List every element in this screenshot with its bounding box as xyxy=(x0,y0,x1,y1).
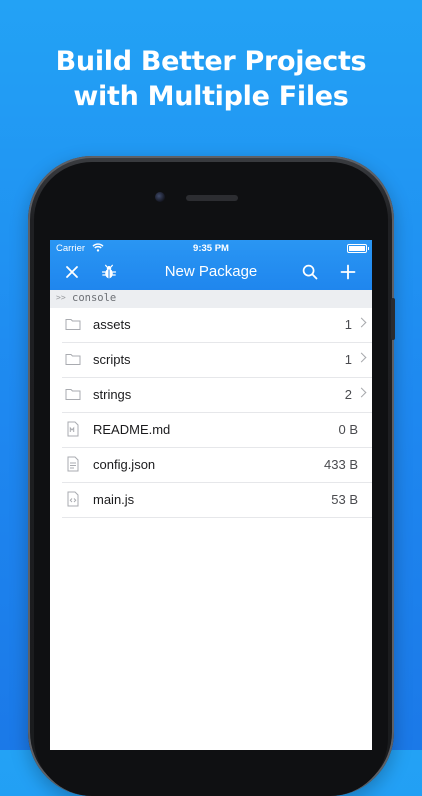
status-time: 9:35 PM xyxy=(193,243,229,254)
file-name: config.json xyxy=(93,457,156,472)
file-row-readme[interactable]: README.md 0 B xyxy=(62,413,372,448)
item-count: 1 xyxy=(344,317,352,332)
file-size: 433 B xyxy=(324,457,358,472)
file-size: 0 B xyxy=(338,422,358,437)
console-prompt: >> xyxy=(56,293,66,302)
console-bar[interactable]: >> console xyxy=(50,290,372,308)
console-label: console xyxy=(72,292,117,304)
markdown-file-icon xyxy=(67,421,79,437)
folder-row-assets[interactable]: assets 1 xyxy=(62,308,372,343)
text-file-icon xyxy=(67,456,79,472)
file-row-config[interactable]: config.json 433 B xyxy=(62,448,372,483)
folder-icon xyxy=(65,319,81,330)
folder-row-strings[interactable]: strings 2 xyxy=(62,378,372,413)
earpiece-speaker xyxy=(186,195,238,201)
front-camera xyxy=(155,192,165,202)
chevron-right-icon xyxy=(356,317,367,328)
search-icon xyxy=(302,264,318,280)
folder-icon xyxy=(65,354,81,365)
headline-line-2: with Multiple Files xyxy=(73,81,349,112)
add-file-button[interactable] xyxy=(337,261,359,283)
folder-row-scripts[interactable]: scripts 1 xyxy=(62,343,372,378)
chevron-right-icon xyxy=(356,387,367,398)
add-icon xyxy=(340,264,356,280)
folder-icon xyxy=(65,389,81,400)
file-name: assets xyxy=(93,317,131,332)
navigation-title: New Package xyxy=(164,263,258,280)
file-name: scripts xyxy=(93,352,131,367)
file-size: 53 B xyxy=(331,492,358,507)
phone-side-button xyxy=(391,298,395,340)
headline: Build Better Projects with Multiple File… xyxy=(0,44,422,114)
file-name: README.md xyxy=(93,422,171,437)
item-count: 1 xyxy=(344,352,352,367)
navigation-bar: Carrier 9:35 PM New Package xyxy=(50,240,372,290)
item-count: 2 xyxy=(344,387,352,402)
file-name: strings xyxy=(93,387,132,402)
headline-line-1: Build Better Projects xyxy=(55,46,367,77)
search-button[interactable] xyxy=(299,261,321,283)
chevron-right-icon xyxy=(356,352,367,363)
status-bar: Carrier 9:35 PM xyxy=(50,240,372,256)
file-list: assets 1 scripts 1 strings 2 README.md 0… xyxy=(50,308,372,518)
code-file-icon xyxy=(67,491,79,507)
battery-icon xyxy=(347,244,369,253)
file-row-main-js[interactable]: main.js 53 B xyxy=(62,483,372,518)
app-screen: Carrier 9:35 PM New Package >> console a… xyxy=(50,240,372,750)
file-name: main.js xyxy=(93,492,135,507)
